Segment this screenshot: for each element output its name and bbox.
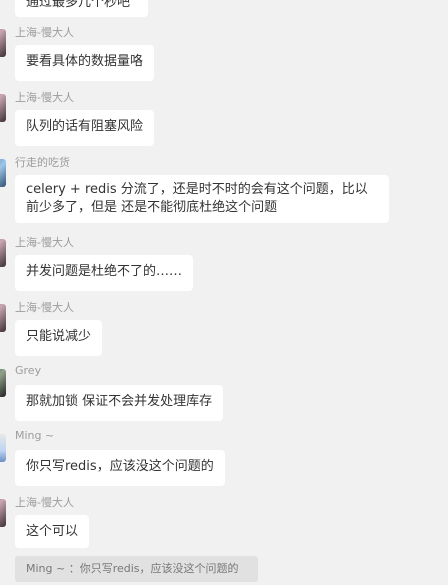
message-bubble: 只能说减少 (15, 320, 103, 356)
message-bubble: 要看具体的数据量咯 (15, 45, 155, 81)
message-bubble: celery + redis 分流了，还是时不时的会有这个问题，比以前少多了，但… (15, 175, 389, 223)
message-bubble: 这个可以 (15, 515, 90, 548)
sender-name[interactable]: 上海-慢大人 (15, 24, 74, 40)
user-avatar[interactable] (0, 434, 6, 462)
sender-name[interactable]: Ming ~ (15, 429, 54, 442)
sender-name[interactable]: 上海-慢大人 (15, 299, 74, 315)
user-avatar[interactable] (0, 94, 6, 122)
sender-name[interactable]: 上海-慢大人 (15, 89, 74, 105)
quoted-message[interactable]: Ming ~ ：你只写redis，应该没这个问题的 (15, 556, 258, 582)
chat-message-list[interactable]: 通过最多几个秒吧 上海-慢大人 要看具体的数据量咯 上海-慢大人 队列的话有阻塞… (0, 0, 448, 585)
message-bubble: 通过最多几个秒吧 (15, 0, 148, 17)
sender-name[interactable]: 上海-慢大人 (15, 494, 74, 510)
user-avatar[interactable] (0, 29, 6, 57)
message-bubble: 队列的话有阻塞风险 (15, 110, 155, 146)
sender-name[interactable]: 行走的吃货 (15, 154, 70, 170)
user-avatar[interactable] (0, 159, 6, 187)
user-avatar[interactable] (0, 304, 6, 332)
message-bubble: 并发问题是杜绝不了的…… (15, 255, 194, 291)
user-avatar[interactable] (0, 369, 6, 397)
message-bubble: 那就加锁 保证不会并发处理库存 (15, 385, 224, 421)
sender-name[interactable]: Grey (15, 364, 41, 377)
user-avatar[interactable] (0, 239, 6, 267)
sender-name[interactable]: 上海-慢大人 (15, 234, 74, 250)
user-avatar[interactable] (0, 499, 6, 527)
message-bubble: 你只写redis，应该没这个问题的 (15, 450, 225, 486)
